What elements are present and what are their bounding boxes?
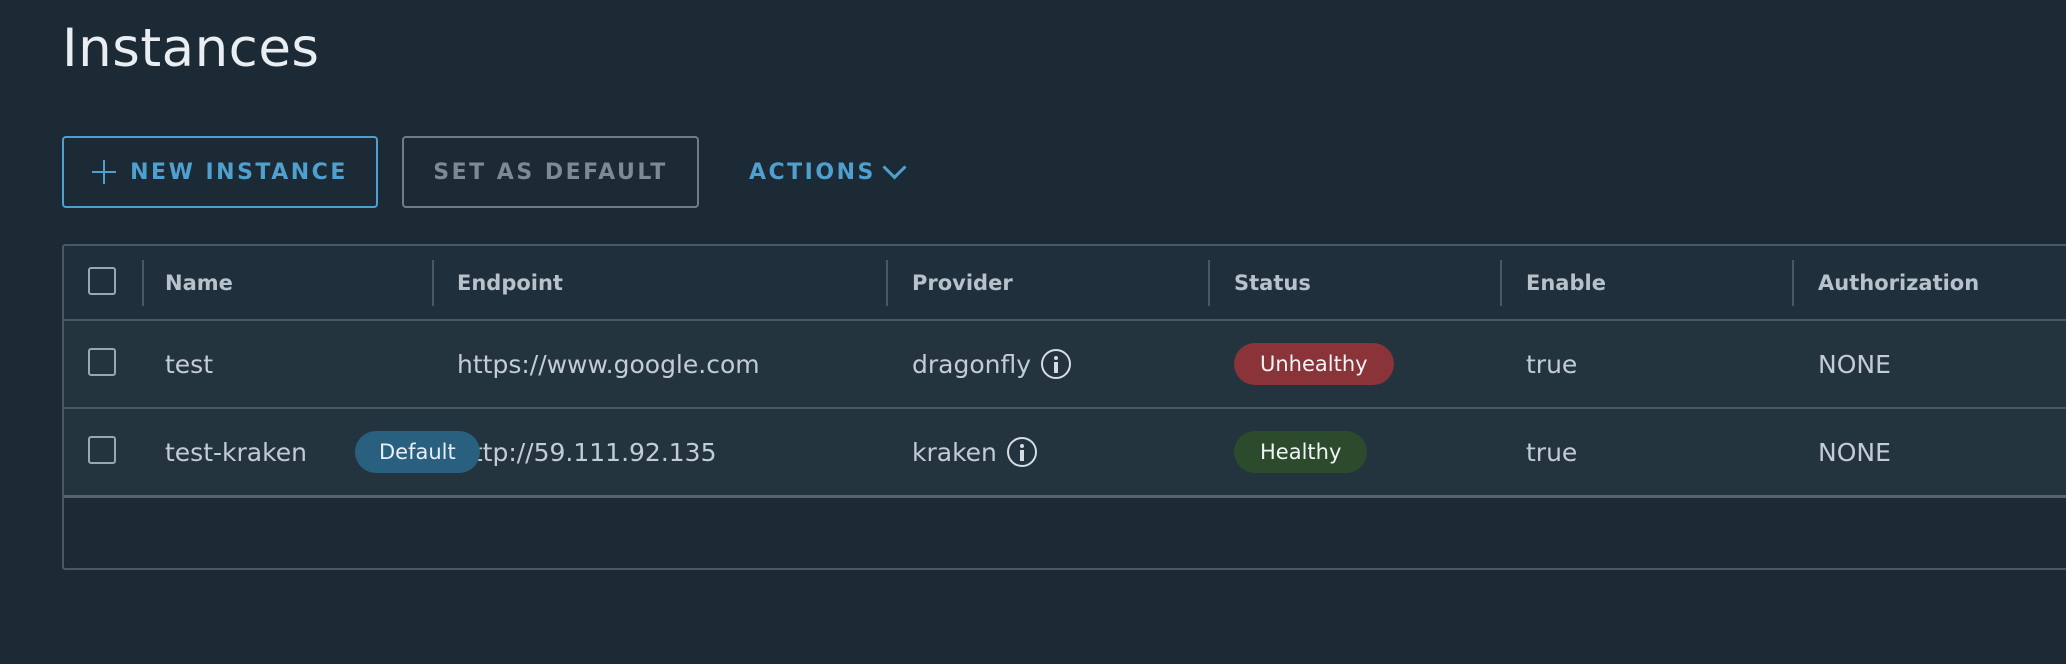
instance-endpoint: https://www.google.com <box>457 349 760 379</box>
actions-label: ACTIONS <box>749 159 876 185</box>
column-separator <box>142 260 144 306</box>
set-as-default-label: SET AS DEFAULT <box>433 159 668 185</box>
toolbar: NEW INSTANCE SET AS DEFAULT ACTIONS <box>62 136 907 208</box>
instance-status: Healthy <box>1234 409 1368 495</box>
info-icon[interactable] <box>1041 349 1072 379</box>
instance-status: Unhealthy <box>1234 321 1394 407</box>
chevron-down-icon <box>882 154 907 180</box>
instance-provider: dragonfly <box>912 321 1072 407</box>
provider-name: kraken <box>912 437 997 467</box>
actions-dropdown-button[interactable]: ACTIONS <box>749 136 907 208</box>
instance-provider: kraken <box>912 409 1037 495</box>
instance-authorization: NONE <box>1818 349 1891 379</box>
instance-name: test <box>165 349 214 379</box>
new-instance-button[interactable]: NEW INSTANCE <box>62 136 378 208</box>
instances-page: Instances NEW INSTANCE SET AS DEFAULT AC… <box>0 0 2066 664</box>
column-separator <box>886 260 888 306</box>
page-title: Instances <box>62 18 320 79</box>
column-separator <box>1500 260 1502 306</box>
set-as-default-button[interactable]: SET AS DEFAULT <box>402 136 699 208</box>
row-checkbox[interactable] <box>88 348 116 376</box>
column-separator <box>1792 260 1794 306</box>
column-header-endpoint[interactable]: Endpoint <box>457 246 563 319</box>
provider-name: dragonfly <box>912 349 1032 379</box>
status-badge: Unhealthy <box>1234 343 1394 385</box>
instance-authorization: NONE <box>1818 437 1891 467</box>
column-separator <box>1208 260 1210 306</box>
column-header-provider[interactable]: Provider <box>912 246 1013 319</box>
new-instance-label: NEW INSTANCE <box>130 159 348 185</box>
status-badge: Healthy <box>1234 431 1368 473</box>
instance-enable: true <box>1526 349 1578 379</box>
instances-table: Name Endpoint Provider Status Enable Aut… <box>62 244 2066 570</box>
column-header-enable[interactable]: Enable <box>1526 246 1606 319</box>
instance-name: test-kraken <box>165 437 307 467</box>
row-checkbox[interactable] <box>88 436 116 464</box>
table-row[interactable]: test https://www.google.com dragonfly Un… <box>64 321 2066 409</box>
table-header: Name Endpoint Provider Status Enable Aut… <box>64 246 2066 321</box>
default-badge: Default <box>355 431 480 473</box>
instance-endpoint: http://59.111.92.135 <box>457 437 717 467</box>
column-header-authorization[interactable]: Authorization <box>1818 246 1979 319</box>
select-all-checkbox[interactable] <box>88 266 116 295</box>
column-header-name[interactable]: Name <box>165 246 233 319</box>
instance-enable: true <box>1526 437 1578 467</box>
plus-icon <box>92 160 117 184</box>
column-header-status[interactable]: Status <box>1234 246 1311 319</box>
info-icon[interactable] <box>1006 437 1037 467</box>
table-row[interactable]: test-kraken Default http://59.111.92.135… <box>64 409 2066 498</box>
column-separator <box>432 260 434 306</box>
